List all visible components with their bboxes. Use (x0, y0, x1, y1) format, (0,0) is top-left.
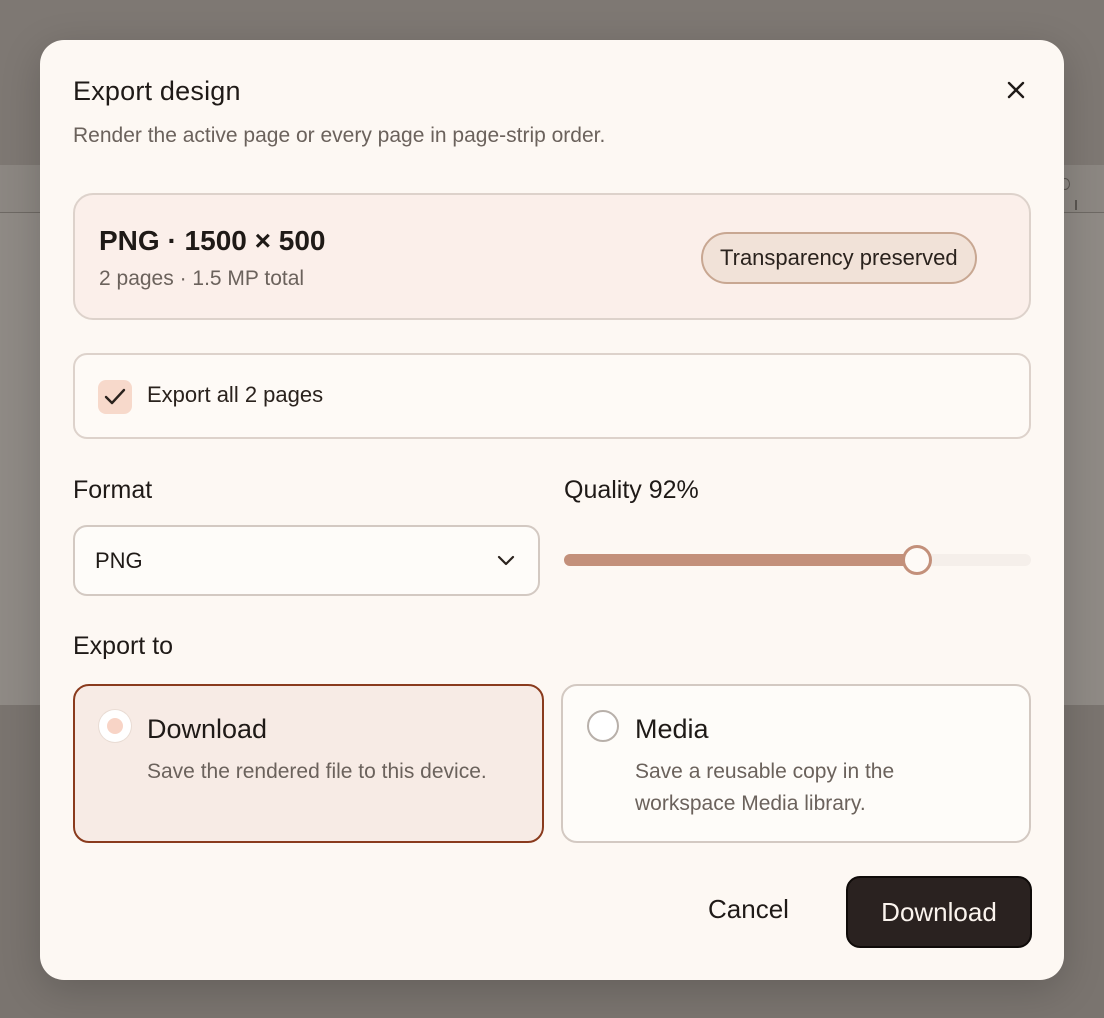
download-radio[interactable] (99, 710, 131, 742)
export-all-checkbox[interactable] (98, 380, 132, 414)
download-option-description: Save the rendered file to this device. (147, 760, 487, 783)
transparency-badge: Transparency preserved (701, 232, 977, 284)
export-to-label: Export to (73, 632, 174, 660)
quality-label: Quality 92% (564, 476, 699, 504)
chevron-down-icon (497, 555, 515, 566)
download-button[interactable]: Download (846, 876, 1032, 948)
summary-title: PNG · 1500 × 500 (99, 225, 326, 256)
export-all-label: Export all 2 pages (147, 382, 324, 407)
media-option-title: Media (635, 714, 709, 744)
dialog-subtitle: Render the active page or every page in … (73, 124, 606, 147)
export-option-media[interactable]: Media Save a reusable copy in the worksp… (561, 684, 1031, 843)
export-summary-card: PNG · 1500 × 500 2 pages · 1.5 MP total … (73, 193, 1031, 320)
media-option-description: Save a reusable copy in the workspace Me… (635, 760, 895, 815)
export-all-pages-option[interactable]: Export all 2 pages (73, 353, 1031, 439)
export-dialog: Export design Render the active page or … (40, 40, 1064, 980)
export-option-download[interactable]: Download Save the rendered file to this … (73, 684, 544, 843)
format-label: Format (73, 476, 153, 504)
checkmark-icon (104, 388, 126, 405)
close-icon (1007, 81, 1025, 99)
dialog-title: Export design (73, 76, 241, 106)
download-option-title: Download (147, 714, 268, 744)
slider-fill (564, 554, 917, 566)
media-radio[interactable] (587, 710, 619, 742)
format-select-value: PNG (95, 548, 143, 573)
slider-thumb[interactable] (902, 545, 932, 575)
summary-details: 2 pages · 1.5 MP total (99, 267, 305, 290)
close-button[interactable] (1000, 74, 1032, 106)
cancel-button[interactable]: Cancel (708, 894, 789, 925)
format-select[interactable]: PNG (73, 525, 540, 596)
quality-slider[interactable] (564, 545, 1031, 575)
